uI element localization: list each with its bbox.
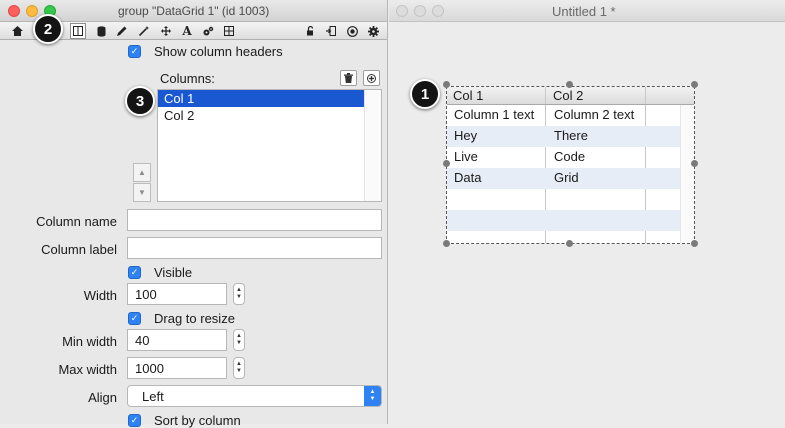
max-width-field[interactable]: 1000: [127, 357, 227, 379]
triangle-up-icon: ▲: [138, 168, 146, 177]
callout-badge-2: 2: [33, 14, 63, 44]
min-width-label: Min width: [62, 334, 117, 349]
grid-cell[interactable]: Grid: [554, 170, 579, 185]
columns-list-scrollbar[interactable]: [364, 90, 381, 201]
import-icon[interactable]: [323, 23, 339, 39]
database-icon[interactable]: [93, 23, 109, 39]
close-window-button[interactable]: [396, 5, 408, 17]
width-label: Width: [83, 288, 117, 303]
visible-checkbox[interactable]: ✓: [128, 266, 141, 279]
width-stepper[interactable]: ▲ ▼: [233, 283, 245, 305]
grid-cell[interactable]: Code: [554, 149, 585, 164]
max-width-label: Max width: [58, 362, 117, 377]
stack-title: Untitled 1 *: [552, 4, 616, 19]
stack-titlebar[interactable]: Untitled 1 *: [389, 0, 785, 22]
resize-handle[interactable]: [691, 81, 698, 88]
table-row[interactable]: Data Grid: [447, 168, 681, 189]
add-icon: [367, 73, 376, 83]
grid-header-col-2[interactable]: Col 2: [553, 88, 583, 103]
callout-badge-3: 3: [125, 86, 155, 116]
lock-icon[interactable]: [303, 23, 319, 39]
chevron-down-icon[interactable]: ▼: [236, 368, 242, 375]
resize-handle[interactable]: [443, 81, 450, 88]
move-icon[interactable]: [158, 23, 174, 39]
add-column-button[interactable]: [363, 70, 380, 86]
sort-by-column-label: Sort by column: [154, 413, 241, 428]
column-list-item-col-1[interactable]: Col 1: [158, 90, 365, 107]
min-width-field[interactable]: 40: [127, 329, 227, 351]
data-grid[interactable]: Column 1 text Column 2 text Hey There Li…: [446, 86, 695, 244]
table-row[interactable]: [447, 210, 681, 231]
home-icon[interactable]: [9, 23, 25, 39]
drag-to-resize-label: Drag to resize: [154, 311, 235, 326]
trash-icon: [344, 73, 353, 83]
target-icon[interactable]: [344, 23, 360, 39]
table-row[interactable]: Hey There: [447, 126, 681, 147]
align-select[interactable]: Left ▲ ▼: [127, 385, 382, 407]
chevron-down-icon[interactable]: ▼: [236, 340, 242, 347]
drag-to-resize-checkbox[interactable]: ✓: [128, 312, 141, 325]
chevron-up-icon[interactable]: ▲: [236, 361, 242, 368]
grid-cell[interactable]: Column 2 text: [554, 107, 634, 122]
resize-handle[interactable]: [566, 240, 573, 247]
show-column-headers-label: Show column headers: [154, 44, 283, 59]
column-name-label: Column name: [36, 214, 117, 229]
magic-wand-icon[interactable]: [136, 23, 152, 39]
move-column-down-button[interactable]: ▼: [133, 183, 151, 202]
zoom-window-button[interactable]: [432, 5, 444, 17]
delete-column-button[interactable]: [340, 70, 357, 86]
grid-cell[interactable]: Live: [454, 149, 478, 164]
grid-cell[interactable]: There: [554, 128, 588, 143]
pencil-icon[interactable]: [114, 23, 130, 39]
property-inspector-window: group "DataGrid 1" (id 1003) A ✓ Show co…: [0, 0, 388, 428]
min-width-stepper[interactable]: ▲ ▼: [233, 329, 245, 351]
grid-header: Col 1 Col 2: [447, 87, 694, 105]
select-arrows-icon[interactable]: ▲ ▼: [364, 386, 381, 406]
text-icon[interactable]: A: [179, 23, 195, 39]
table-row[interactable]: Live Code: [447, 147, 681, 168]
grid-cell[interactable]: Hey: [454, 128, 477, 143]
max-width-stepper[interactable]: ▲ ▼: [233, 357, 245, 379]
column-label-label: Column label: [41, 242, 117, 257]
resize-handle[interactable]: [443, 160, 450, 167]
gears-icon[interactable]: [200, 23, 216, 39]
grid-header-col-1[interactable]: Col 1: [453, 88, 483, 103]
grid-scrollbar[interactable]: [680, 105, 694, 243]
columns-label: Columns:: [160, 71, 215, 86]
visible-label: Visible: [154, 265, 193, 280]
columns-list[interactable]: Col 1 Col 2: [157, 89, 382, 202]
width-field[interactable]: 100: [127, 283, 227, 305]
callout-badge-1: 1: [410, 79, 440, 109]
header-divider[interactable]: [545, 87, 546, 104]
resize-handle[interactable]: [691, 160, 698, 167]
table-icon[interactable]: [70, 23, 86, 39]
resize-handle[interactable]: [691, 240, 698, 247]
chevron-up-icon[interactable]: ▲: [236, 333, 242, 340]
align-label: Align: [88, 390, 117, 405]
minimize-window-button[interactable]: [414, 5, 426, 17]
align-select-value: Left: [142, 389, 164, 404]
grid-cell[interactable]: Column 1 text: [454, 107, 534, 122]
inspector-title: group "DataGrid 1" (id 1003): [118, 4, 270, 18]
minimize-window-button[interactable]: [26, 5, 38, 17]
table-row[interactable]: Column 1 text Column 2 text: [447, 105, 681, 126]
header-divider[interactable]: [645, 87, 646, 104]
move-column-up-button[interactable]: ▲: [133, 163, 151, 182]
chevron-down-icon[interactable]: ▼: [236, 294, 242, 301]
triangle-down-icon: ▼: [138, 188, 146, 197]
close-window-button[interactable]: [8, 5, 20, 17]
grid-cell[interactable]: Data: [454, 170, 481, 185]
column-label-field[interactable]: [127, 237, 382, 259]
show-column-headers-checkbox[interactable]: ✓: [128, 45, 141, 58]
resize-handle[interactable]: [443, 240, 450, 247]
chevron-up-icon[interactable]: ▲: [236, 287, 242, 294]
column-name-field[interactable]: [127, 209, 382, 231]
gear-icon[interactable]: [365, 23, 381, 39]
column-list-item-col-2[interactable]: Col 2: [158, 107, 365, 124]
grid-icon[interactable]: [221, 23, 237, 39]
sort-by-column-checkbox[interactable]: ✓: [128, 414, 141, 427]
resize-handle[interactable]: [566, 81, 573, 88]
table-row[interactable]: [447, 189, 681, 210]
